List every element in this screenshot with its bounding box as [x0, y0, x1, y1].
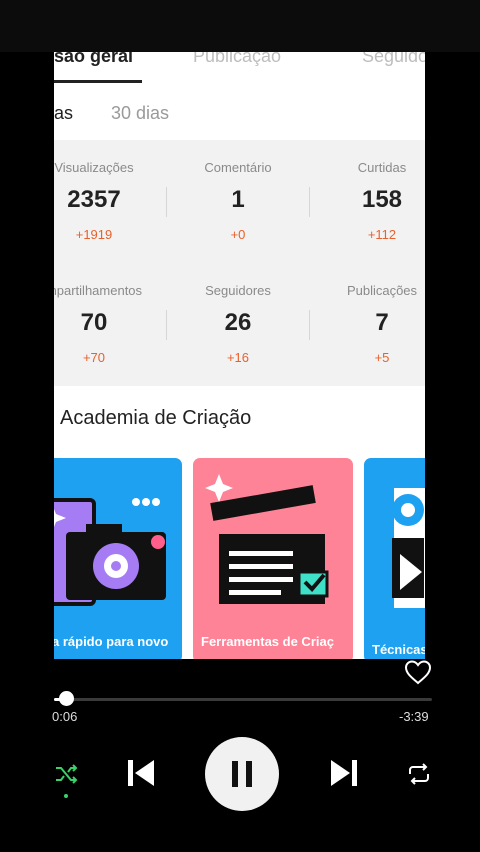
camera-illustration-icon — [54, 498, 166, 606]
current-time: 0:06 — [52, 709, 78, 724]
stat-delta: +0 — [230, 227, 246, 242]
stat-label: Publicações — [346, 283, 418, 298]
heart-icon[interactable] — [403, 657, 433, 687]
divider — [309, 310, 310, 340]
academy-card-quick-guide[interactable]: a rápido para novo — [54, 458, 182, 659]
stat-delta: +5 — [374, 350, 390, 365]
card-caption: Ferramentas de Criaç — [201, 634, 334, 649]
academy-title: Academia de Criação — [60, 407, 252, 429]
academy-card-techniques[interactable]: Técnicas — [364, 458, 425, 659]
stat-value: 7 — [375, 309, 389, 336]
stat-views: Visualizações 2357 +1919 — [54, 160, 154, 242]
stat-publications: Publicações 7 +5 — [322, 283, 425, 365]
card-caption: Técnicas — [372, 642, 425, 657]
stat-delta: +112 — [367, 227, 397, 242]
subtab-30-days[interactable]: 30 dias — [111, 103, 169, 124]
card-caption: a rápido para novo — [54, 634, 169, 649]
pause-icon — [232, 761, 252, 787]
stat-followers: Seguidores 26 +16 — [178, 283, 298, 365]
stats-panel: Visualizações 2357 +1919 Comentário 1 +0… — [54, 140, 425, 386]
tab-followers[interactable]: Seguido — [362, 52, 425, 67]
video-frame: são geral Publicação Seguido as 30 dias … — [54, 52, 425, 659]
tab-publication[interactable]: Publicação — [193, 52, 281, 67]
previous-icon[interactable] — [127, 759, 155, 787]
active-tab-underline — [54, 80, 142, 83]
shuffle-icon[interactable] — [54, 762, 78, 798]
next-icon[interactable] — [330, 759, 358, 787]
divider — [166, 310, 167, 340]
subtab-days-short[interactable]: as — [54, 103, 73, 124]
tab-overview[interactable]: são geral — [54, 52, 133, 67]
stat-value: 158 — [361, 186, 403, 213]
progress-handle[interactable] — [59, 691, 74, 706]
stat-delta: +16 — [226, 350, 250, 365]
stat-value: 26 — [224, 309, 252, 336]
tab-bar: são geral Publicação Seguido — [54, 52, 425, 83]
stat-delta: +70 — [82, 350, 106, 365]
stat-value: 70 — [80, 309, 108, 336]
stat-label: Seguidores — [205, 283, 271, 298]
play-illustration-icon — [392, 488, 425, 608]
progress-track[interactable] — [54, 698, 432, 701]
stat-value: 2357 — [67, 186, 121, 213]
stat-label: Curtidas — [357, 160, 407, 175]
top-bar — [0, 0, 480, 52]
divider — [166, 187, 167, 217]
stat-likes: Curtidas 158 +112 — [322, 160, 425, 242]
stat-delta: +1919 — [75, 227, 113, 242]
clapperboard-icon — [205, 474, 329, 604]
stat-comments: Comentário 1 +0 — [178, 160, 298, 242]
stat-value: 1 — [231, 186, 245, 213]
divider — [309, 187, 310, 217]
stat-shares: mpartilhamentos 70 +70 — [54, 283, 154, 365]
stat-label: Comentário — [204, 160, 272, 175]
remaining-time: -3:39 — [399, 709, 429, 724]
pause-button[interactable] — [205, 737, 279, 811]
stat-label: mpartilhamentos — [54, 283, 143, 298]
academy-card-creation-tools[interactable]: Ferramentas de Criaç — [193, 458, 353, 659]
stat-label: Visualizações — [54, 160, 134, 175]
repeat-icon[interactable] — [406, 762, 432, 786]
